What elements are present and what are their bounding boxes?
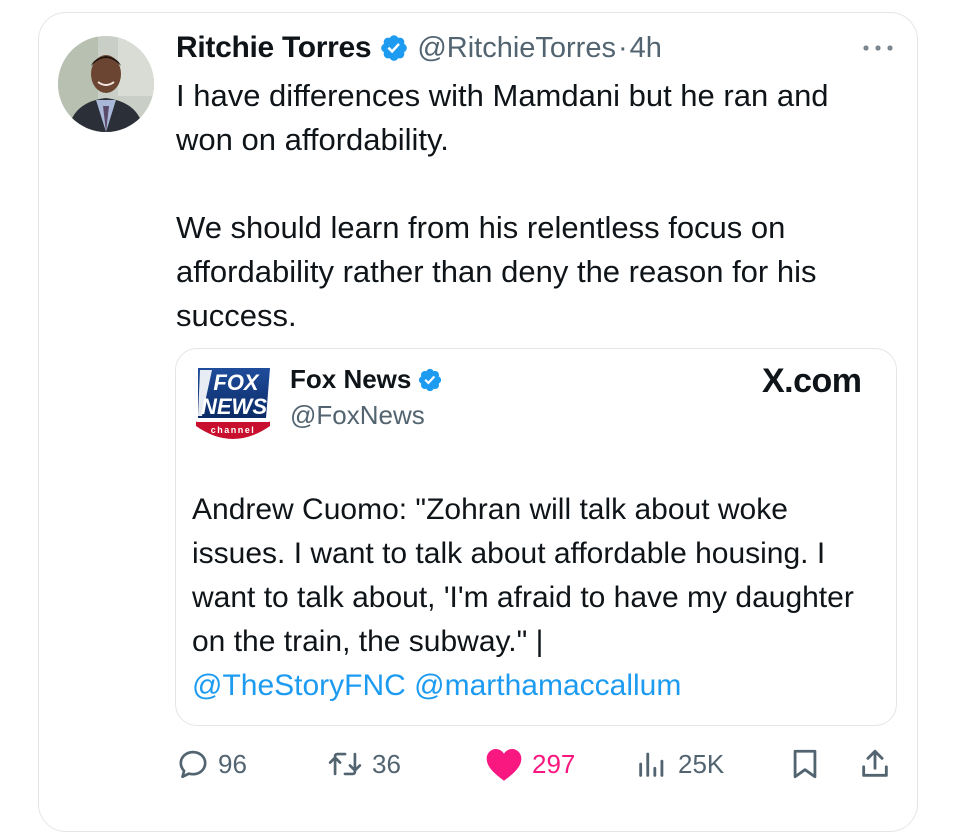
quote-text: Andrew Cuomo: "Zohran will talk about wo… bbox=[192, 488, 882, 708]
like-count: 297 bbox=[532, 748, 576, 779]
share-button[interactable] bbox=[858, 742, 892, 786]
mention-link[interactable]: @marthamaccallum bbox=[414, 669, 681, 702]
fox-news-logo[interactable]: FOX NEWS channel bbox=[190, 360, 276, 444]
source-label: X.com bbox=[762, 362, 862, 400]
tweet-text: I have differences with Mamdani but he r… bbox=[176, 78, 829, 333]
tweet-header: Ritchie Torres @RitchieTorres · 4h bbox=[176, 28, 662, 68]
header-separator: · bbox=[617, 31, 628, 64]
tweet-timestamp[interactable]: 4h bbox=[630, 32, 662, 65]
more-icon[interactable] bbox=[858, 38, 898, 58]
repost-icon bbox=[328, 752, 362, 776]
quote-author-name[interactable]: Fox News bbox=[290, 364, 411, 395]
logo-text-channel: channel bbox=[211, 425, 256, 435]
verified-badge-icon bbox=[419, 368, 442, 391]
avatar[interactable] bbox=[58, 36, 154, 132]
views-icon bbox=[639, 752, 664, 777]
like-button[interactable]: 297 bbox=[484, 742, 575, 786]
quote-author-row: Fox News bbox=[290, 364, 443, 395]
repost-button[interactable]: 36 bbox=[326, 742, 401, 786]
bookmark-icon bbox=[793, 749, 817, 779]
reply-icon bbox=[179, 750, 207, 779]
quote-author-handle[interactable]: @FoxNews bbox=[290, 400, 425, 431]
views-button[interactable]: 25K bbox=[634, 742, 724, 786]
action-bar: 96 36 297 25K bbox=[0, 742, 960, 786]
logo-text-news: NEWS bbox=[201, 394, 267, 419]
reply-button[interactable]: 96 bbox=[176, 742, 247, 786]
logo-text-fox: FOX bbox=[213, 370, 260, 395]
author-name[interactable]: Ritchie Torres bbox=[176, 31, 372, 65]
verified-badge-icon bbox=[381, 35, 408, 61]
bookmark-button[interactable] bbox=[788, 742, 822, 786]
like-icon bbox=[486, 748, 522, 781]
share-icon bbox=[862, 749, 888, 777]
reply-count: 96 bbox=[218, 748, 247, 779]
author-handle[interactable]: @RitchieTorres bbox=[417, 32, 616, 65]
quote-body: Andrew Cuomo: "Zohran will talk about wo… bbox=[192, 493, 854, 658]
views-count: 25K bbox=[678, 748, 725, 779]
repost-count: 36 bbox=[372, 748, 401, 779]
mention-link[interactable]: @TheStoryFNC bbox=[192, 669, 406, 702]
